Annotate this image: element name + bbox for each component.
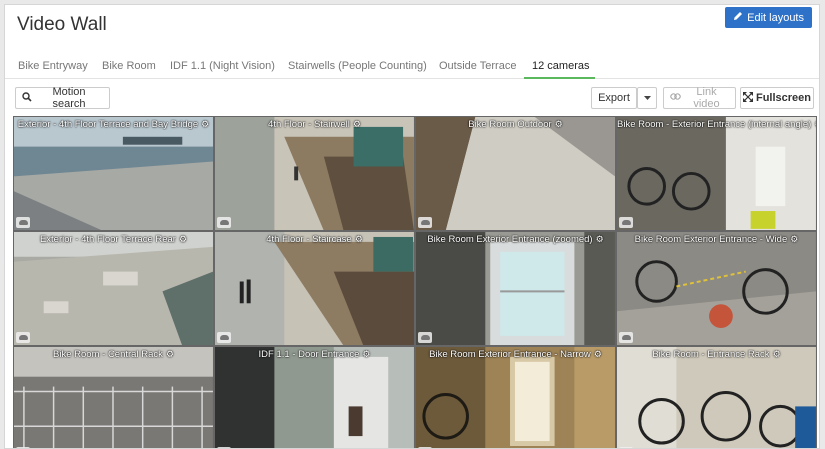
- camera-tile[interactable]: Bike Room - Entrance Rack ⚙: [616, 346, 817, 448]
- camera-tile[interactable]: 4th Floor - Stairwell ⚙: [214, 116, 415, 231]
- cloud-icon: [418, 217, 432, 228]
- camera-feed: [215, 117, 414, 230]
- camera-feed: [617, 232, 816, 345]
- gear-icon[interactable]: ⚙: [596, 234, 604, 244]
- camera-title: Bike Room Exterior Entrance - Wide: [634, 234, 788, 245]
- video-wall-window: Video Wall Edit layouts Bike Entryway Bi…: [4, 4, 820, 449]
- camera-feed: [617, 117, 816, 230]
- motion-search-button[interactable]: Motion search: [15, 86, 110, 110]
- cloud-icon: [418, 332, 432, 343]
- camera-tile[interactable]: Bike Room Exterior Entrance - Wide ⚙: [616, 231, 817, 346]
- camera-title: IDF 1.1 - Door Entrance: [258, 349, 360, 360]
- gear-icon[interactable]: ⚙: [353, 119, 361, 129]
- export-button[interactable]: Export: [591, 87, 637, 109]
- camera-title: Exterior - 4th Floor Terrace Rear: [39, 234, 176, 245]
- camera-feed: [14, 117, 213, 230]
- camera-tile[interactable]: 4th Floor - Staircase ⚙: [214, 231, 415, 346]
- camera-tile[interactable]: IDF 1.1 - Door Entrance ⚙: [214, 346, 415, 448]
- toolbar: Motion search Export Link video Fullscre…: [5, 80, 819, 116]
- cloud-icon: [217, 332, 231, 343]
- camera-feed: [416, 117, 615, 230]
- gear-icon[interactable]: ⚙: [201, 119, 209, 129]
- camera-title: Bike Room - Exterior Entrance (internal …: [617, 119, 812, 130]
- export-label: Export: [598, 92, 630, 104]
- edit-layouts-label: Edit layouts: [747, 11, 804, 24]
- cloud-icon: [16, 217, 30, 228]
- gear-icon[interactable]: ⚙: [166, 349, 174, 359]
- camera-tile[interactable]: Bike Room Exterior Entrance - Narrow ⚙: [415, 346, 616, 448]
- link-video-button[interactable]: Link video: [663, 86, 736, 110]
- camera-feed: [14, 232, 213, 345]
- gear-icon[interactable]: ⚙: [179, 234, 187, 244]
- header: Video Wall Edit layouts: [5, 5, 819, 49]
- search-icon: [22, 91, 32, 105]
- camera-title: Bike Room Exterior Entrance (zoomed): [427, 234, 593, 245]
- gear-icon[interactable]: ⚙: [362, 349, 370, 359]
- tab-bike-entryway[interactable]: Bike Entryway: [18, 60, 88, 72]
- camera-title: Exterior - 4th Floor Terrace and Bay Bri…: [17, 119, 199, 130]
- camera-title: Bike Room - Central Rack: [53, 349, 163, 360]
- cloud-icon: [217, 217, 231, 228]
- camera-tile[interactable]: Bike Room - Central Rack ⚙: [13, 346, 214, 448]
- camera-tile[interactable]: Exterior - 4th Floor Terrace and Bay Bri…: [13, 116, 214, 231]
- tab-bike-room[interactable]: Bike Room: [102, 60, 156, 72]
- gear-icon[interactable]: ⚙: [814, 119, 816, 129]
- camera-tile[interactable]: Bike Room - Exterior Entrance (internal …: [616, 116, 817, 231]
- gear-icon[interactable]: ⚙: [555, 119, 563, 129]
- camera-feed: [617, 347, 816, 448]
- camera-title: Bike Room - Entrance Rack: [652, 349, 770, 360]
- gear-icon[interactable]: ⚙: [773, 349, 781, 359]
- gear-icon[interactable]: ⚙: [790, 234, 798, 244]
- camera-feed: [215, 347, 414, 448]
- camera-feed: [416, 232, 615, 345]
- camera-feed: [215, 232, 414, 345]
- edit-layouts-button[interactable]: Edit layouts: [725, 7, 812, 28]
- link-video-label: Link video: [693, 86, 720, 110]
- fullscreen-icon: [742, 91, 753, 105]
- motion-search-label: Motion search: [52, 86, 86, 110]
- gear-icon[interactable]: ⚙: [355, 234, 363, 244]
- camera-tile[interactable]: Bike Room Outdoor ⚙: [415, 116, 616, 231]
- camera-title: Bike Room Outdoor: [468, 119, 552, 130]
- cloud-icon: [619, 217, 633, 228]
- fullscreen-button[interactable]: Fullscreen: [740, 87, 814, 109]
- camera-title: 4th Floor - Stairwell: [268, 119, 350, 130]
- tab-outside-terrace[interactable]: Outside Terrace: [439, 60, 516, 72]
- camera-grid: Exterior - 4th Floor Terrace and Bay Bri…: [13, 116, 817, 448]
- cloud-icon: [16, 332, 30, 343]
- camera-tile[interactable]: Bike Room Exterior Entrance (zoomed) ⚙: [415, 231, 616, 346]
- caret-down-icon: [643, 92, 651, 104]
- page-title: Video Wall: [17, 14, 107, 35]
- fullscreen-label: Fullscreen: [755, 92, 812, 104]
- export-dropdown-button[interactable]: [637, 87, 657, 109]
- camera-feed: [14, 347, 213, 448]
- camera-tile[interactable]: Exterior - 4th Floor Terrace Rear ⚙: [13, 231, 214, 346]
- tab-stairwells[interactable]: Stairwells (People Counting): [288, 60, 427, 72]
- gear-icon[interactable]: ⚙: [594, 349, 602, 359]
- camera-title: 4th Floor - Staircase: [266, 234, 352, 245]
- tab-idf-night-vision[interactable]: IDF 1.1 (Night Vision): [170, 60, 275, 72]
- camera-feed: [416, 347, 615, 448]
- camera-title: Bike Room Exterior Entrance - Narrow: [429, 349, 591, 360]
- tab-12-cameras[interactable]: 12 cameras: [532, 60, 589, 72]
- active-tab-indicator: [524, 77, 595, 79]
- layout-tabs: Bike Entryway Bike Room IDF 1.1 (Night V…: [5, 49, 819, 79]
- cloud-icon: [619, 332, 633, 343]
- pencil-icon: [733, 11, 743, 24]
- link-icon: [670, 91, 681, 105]
